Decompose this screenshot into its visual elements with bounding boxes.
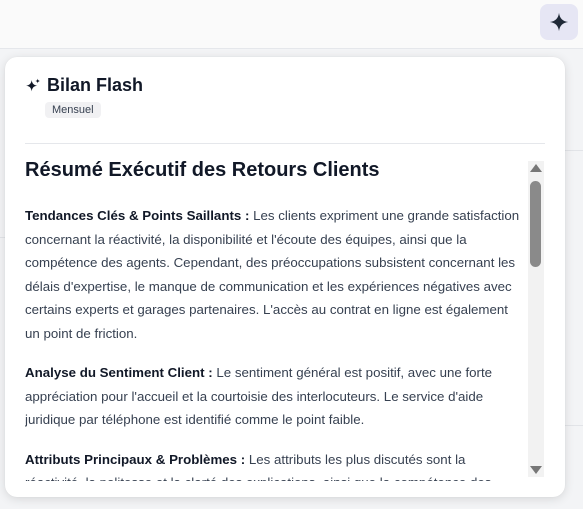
summary-content: Résumé Exécutif des Retours Clients Tend… <box>25 151 525 481</box>
summary-section-trends: Tendances Clés & Points Saillants : Les … <box>25 204 525 345</box>
section-label: Attributs Principaux & Problèmes : <box>25 451 246 467</box>
bilan-flash-popover: Bilan Flash Mensuel Résumé Exécutif des … <box>5 57 565 497</box>
popover-title: Bilan Flash <box>47 75 144 95</box>
background-divider <box>565 150 583 151</box>
sparkle-icon <box>549 12 569 32</box>
section-label: Tendances Clés & Points Saillants : <box>25 208 250 223</box>
period-badge: Mensuel <box>45 102 101 118</box>
summary-section-attributes: Attributs Principaux & Problèmes : Les a… <box>25 448 525 482</box>
background-divider <box>565 425 583 426</box>
summary-section-sentiment: Analyse du Sentiment Client : Le sentime… <box>25 361 525 432</box>
header-divider <box>25 143 545 144</box>
app-topbar <box>0 0 583 49</box>
section-label: Analyse du Sentiment Client : <box>25 365 213 380</box>
popover-header: Bilan Flash Mensuel <box>25 75 143 118</box>
content-scrollbar[interactable] <box>528 161 544 477</box>
summary-heading: Résumé Exécutif des Retours Clients <box>25 159 380 181</box>
section-text: Les clients expriment une grande satisfa… <box>25 208 520 341</box>
sparkles-icon <box>26 78 40 91</box>
ai-summary-button[interactable] <box>540 4 578 40</box>
scroll-down-arrow-icon[interactable] <box>530 466 542 474</box>
scrollbar-thumb[interactable] <box>530 181 541 267</box>
scroll-up-arrow-icon[interactable] <box>530 164 542 172</box>
